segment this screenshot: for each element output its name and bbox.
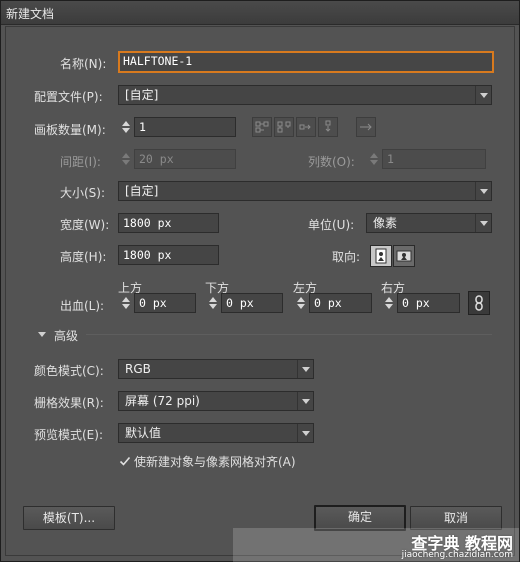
color-mode-select[interactable]: RGB xyxy=(118,359,314,379)
spacing-stepper[interactable] xyxy=(118,149,134,169)
chevron-down-icon xyxy=(475,86,491,104)
artboard-count-input[interactable]: 1 xyxy=(134,117,236,137)
size-select[interactable]: [自定] xyxy=(118,181,492,201)
advanced-divider xyxy=(86,334,492,335)
preview-mode-label: 预览模式(E): xyxy=(34,428,103,442)
landscape-orientation-icon[interactable] xyxy=(393,245,415,267)
units-select[interactable]: 像素 xyxy=(366,213,492,233)
align-pixel-grid-checkbox[interactable] xyxy=(118,454,131,467)
cancel-button[interactable]: 取消 xyxy=(410,506,502,530)
title-bar[interactable]: 新建文档 xyxy=(1,1,519,25)
height-input[interactable]: 1800 px xyxy=(118,245,219,265)
artboard-count-stepper[interactable] xyxy=(118,117,134,137)
bleed-top-stepper[interactable] xyxy=(118,293,134,313)
name-label: 名称(N): xyxy=(60,57,107,71)
grid-by-row-icon[interactable] xyxy=(252,117,272,137)
dialog-body: 名称(N): HALFTONE-1 配置文件(P): [自定] 画板数量(M):… xyxy=(5,26,515,556)
columns-input[interactable]: 1 xyxy=(382,149,486,169)
bleed-top-input[interactable]: 0 px xyxy=(134,293,196,313)
advanced-label[interactable]: 高级 xyxy=(54,327,78,344)
grid-by-column-icon[interactable] xyxy=(274,117,294,137)
spacing-label: 间距(I): xyxy=(60,155,101,169)
chevron-down-icon xyxy=(297,360,313,378)
watermark-url: jiaocheng.chazidian.com xyxy=(401,550,513,560)
color-mode-value: RGB xyxy=(125,362,151,376)
window-title: 新建文档 xyxy=(6,7,55,21)
portrait-orientation-icon[interactable] xyxy=(370,245,392,267)
chevron-down-icon xyxy=(297,392,313,410)
spacing-input[interactable]: 20 px xyxy=(134,149,236,169)
raster-effects-value: 屏幕 (72 ppi) xyxy=(125,394,200,408)
color-mode-label: 颜色模式(C): xyxy=(34,364,104,378)
bleed-bottom-input[interactable]: 0 px xyxy=(221,293,283,313)
chevron-down-icon xyxy=(475,182,491,200)
chevron-down-icon xyxy=(475,214,491,232)
arrange-by-row-icon[interactable] xyxy=(296,117,316,137)
columns-stepper[interactable] xyxy=(366,149,382,169)
profile-select[interactable]: [自定] xyxy=(118,85,492,105)
orientation-label: 取向: xyxy=(332,250,361,264)
size-label: 大小(S): xyxy=(60,186,106,200)
link-icon[interactable] xyxy=(468,291,490,315)
bleed-right-input[interactable]: 0 px xyxy=(397,293,460,313)
bleed-left-stepper[interactable] xyxy=(293,293,309,313)
layout-direction-icon[interactable] xyxy=(356,117,376,137)
profile-value: [自定] xyxy=(125,88,159,102)
align-pixel-grid-label[interactable]: 使新建对象与像素网格对齐(A) xyxy=(134,453,296,470)
bleed-bottom-stepper[interactable] xyxy=(205,293,221,313)
raster-effects-label: 栅格效果(R): xyxy=(34,396,104,410)
new-document-dialog: 新建文档 名称(N): HALFTONE-1 配置文件(P): [自定] 画板数… xyxy=(0,0,520,562)
profile-label: 配置文件(P): xyxy=(34,90,103,104)
height-label: 高度(H): xyxy=(60,250,107,264)
width-label: 宽度(W): xyxy=(60,218,110,232)
units-value: 像素 xyxy=(373,216,398,230)
arrange-by-column-icon[interactable] xyxy=(318,117,338,137)
width-input[interactable]: 1800 px xyxy=(118,213,219,233)
size-value: [自定] xyxy=(125,184,159,198)
chevron-down-icon xyxy=(297,424,313,442)
name-input[interactable]: HALFTONE-1 xyxy=(118,51,494,73)
preview-mode-select[interactable]: 默认值 xyxy=(118,423,314,443)
bleed-label: 出血(L): xyxy=(60,299,105,313)
columns-label: 列数(O): xyxy=(308,155,355,169)
templates-button[interactable]: 模板(T)... xyxy=(23,506,115,530)
raster-effects-select[interactable]: 屏幕 (72 ppi) xyxy=(118,391,314,411)
bleed-right-stepper[interactable] xyxy=(381,293,397,313)
artboard-count-label: 画板数量(M): xyxy=(34,123,106,137)
units-label: 单位(U): xyxy=(308,218,355,232)
collapse-triangle-icon[interactable] xyxy=(38,332,46,337)
bleed-left-input[interactable]: 0 px xyxy=(309,293,372,313)
preview-mode-value: 默认值 xyxy=(125,426,162,440)
